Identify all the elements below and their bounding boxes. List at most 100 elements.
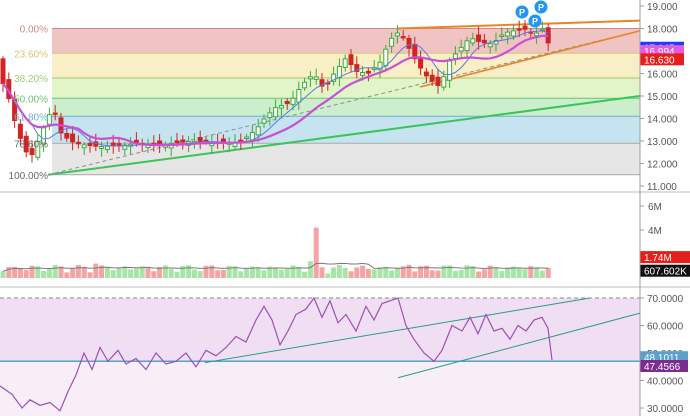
volume-bar[interactable] [52, 265, 58, 278]
candle-body[interactable] [284, 100, 290, 105]
volume-bar[interactable] [389, 270, 395, 278]
volume-bar[interactable] [151, 271, 157, 278]
volume-bar[interactable] [325, 273, 331, 278]
volume-bar[interactable] [307, 261, 313, 278]
candle-body[interactable] [470, 38, 476, 44]
volume-bar[interactable] [342, 267, 348, 278]
candle-body[interactable] [174, 140, 180, 144]
candle-body[interactable] [516, 28, 522, 31]
candle-body[interactable] [342, 58, 348, 68]
volume-bar[interactable] [162, 265, 168, 278]
candle-body[interactable] [267, 112, 273, 119]
candle-body[interactable] [510, 30, 516, 37]
volume-bar[interactable] [365, 268, 371, 278]
candle-body[interactable] [522, 25, 528, 30]
volume-bar[interactable] [284, 268, 290, 278]
candle-body[interactable] [476, 34, 482, 42]
candle-body[interactable] [261, 118, 267, 124]
volume-bar[interactable] [377, 267, 383, 278]
volume-bar[interactable] [499, 270, 505, 278]
candle-body[interactable] [418, 57, 424, 69]
price-axis[interactable]: 19.00018.00017.00016.00015.00014.00013.0… [640, 2, 678, 193]
volume-bar[interactable] [452, 270, 458, 278]
volume-bar[interactable] [255, 267, 261, 278]
volume-bar[interactable] [70, 268, 76, 278]
candle-body[interactable] [0, 58, 6, 85]
candle-body[interactable] [296, 89, 302, 103]
volume-bar[interactable] [238, 271, 244, 278]
volume-bar[interactable] [319, 267, 325, 278]
candle-body[interactable] [17, 123, 23, 139]
candle-body[interactable] [99, 146, 105, 150]
volume-pane[interactable]: 6M4M2M 1.74M607.602K [0, 202, 690, 278]
volume-bar[interactable] [348, 271, 354, 278]
volume-bar[interactable] [331, 267, 337, 278]
candle-body[interactable] [481, 39, 487, 44]
volume-bar[interactable] [383, 266, 389, 278]
candle-body[interactable] [81, 144, 87, 149]
volume-bar[interactable] [429, 270, 435, 278]
candle-body[interactable] [406, 38, 412, 49]
volume-bar[interactable] [493, 267, 499, 278]
volume-bar[interactable] [93, 263, 99, 278]
candle-body[interactable] [365, 70, 371, 74]
volume-bar[interactable] [406, 264, 412, 278]
volume-bar[interactable] [435, 270, 441, 278]
volume-bar[interactable] [133, 268, 139, 278]
candle-body[interactable] [313, 76, 319, 80]
candle-body[interactable] [441, 76, 447, 88]
candle-body[interactable] [394, 32, 400, 37]
candle-body[interactable] [307, 76, 313, 80]
volume-bar[interactable] [261, 270, 267, 278]
candle-body[interactable] [487, 43, 493, 48]
volume-bar[interactable] [186, 265, 192, 278]
candle-body[interactable] [70, 133, 76, 143]
volume-bar[interactable] [23, 270, 29, 278]
volume-bar[interactable] [215, 270, 221, 278]
candle-body[interactable] [104, 145, 110, 150]
volume-bar[interactable] [87, 272, 93, 278]
candle-body[interactable] [290, 97, 296, 105]
volume-bar[interactable] [174, 271, 180, 278]
volume-bar[interactable] [191, 269, 197, 278]
volume-bar[interactable] [278, 269, 284, 278]
trading-chart[interactable]: PPP 19.00018.00017.00016.00015.00014.000… [0, 0, 690, 416]
volume-bar[interactable] [273, 267, 279, 278]
volume-bar[interactable] [313, 227, 319, 278]
volume-bar[interactable] [336, 264, 342, 278]
volume-bar[interactable] [516, 268, 522, 278]
volume-bar[interactable] [476, 271, 482, 278]
volume-bar[interactable] [220, 270, 226, 278]
candle-body[interactable] [87, 142, 93, 146]
candle-body[interactable] [302, 81, 308, 89]
candle-body[interactable] [447, 60, 453, 81]
candle-body[interactable] [505, 31, 511, 37]
candle-body[interactable] [499, 34, 505, 37]
volume-bar[interactable] [371, 269, 377, 278]
volume-bar[interactable] [394, 267, 400, 278]
volume-bar[interactable] [41, 270, 47, 278]
candle-body[interactable] [348, 54, 354, 65]
volume-bar[interactable] [29, 265, 35, 278]
volume-bar[interactable] [17, 268, 23, 278]
volume-bar[interactable] [104, 267, 110, 278]
volume-bar[interactable] [81, 266, 87, 278]
candle-body[interactable] [255, 126, 261, 136]
candle-body[interactable] [360, 71, 366, 76]
volume-bar[interactable] [145, 267, 151, 278]
price-pane[interactable]: PPP 19.00018.00017.00016.00015.00014.000… [0, 0, 684, 194]
candle-body[interactable] [278, 105, 284, 109]
candle-body[interactable] [534, 32, 540, 37]
volume-bar[interactable] [128, 269, 134, 278]
volume-bar[interactable] [296, 267, 302, 278]
candle-body[interactable] [180, 139, 186, 143]
volume-bar[interactable] [197, 271, 203, 278]
volume-bar[interactable] [545, 267, 551, 278]
candle-body[interactable] [64, 133, 70, 139]
candle-body[interactable] [383, 48, 389, 66]
volume-bar[interactable] [354, 267, 360, 278]
volume-bar[interactable] [522, 269, 528, 278]
volume-bar[interactable] [481, 269, 487, 278]
volume-bar[interactable] [534, 267, 540, 278]
volume-bar[interactable] [0, 271, 6, 278]
